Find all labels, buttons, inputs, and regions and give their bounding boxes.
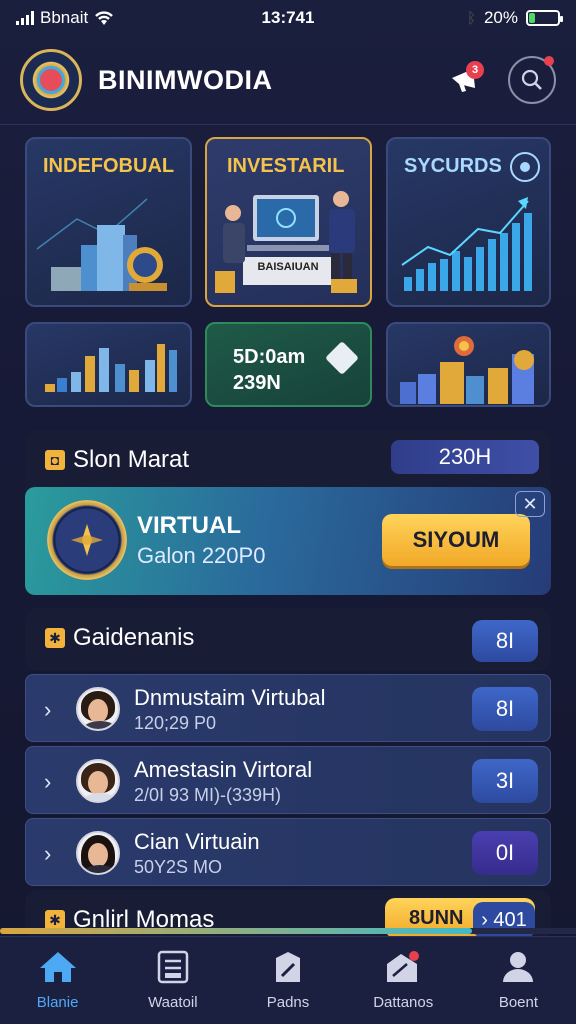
nav-datta[interactable]: Dattanos	[346, 937, 461, 1024]
slot-market-value[interactable]: 230H	[391, 440, 539, 474]
nav-label: Blanie	[36, 994, 79, 1011]
chevron-right-icon: ›	[44, 841, 52, 866]
notifications-button[interactable]: 3	[444, 59, 486, 101]
row-title: Dnmustaim Virtubal	[134, 685, 326, 710]
row-subtitle: 120;29 P0	[134, 713, 217, 733]
gardens-icon: ✱	[45, 628, 65, 648]
row-subtitle: 50Y2S MO	[134, 857, 223, 877]
search-button[interactable]	[508, 56, 556, 104]
battery-percent: 20%	[483, 8, 518, 27]
section-title: Gaidenanis	[73, 624, 195, 651]
card-indefobual[interactable]: INDEFOBUAL	[25, 137, 192, 307]
user-icon	[503, 952, 534, 982]
business-people-illustration	[215, 191, 357, 293]
card-investaril[interactable]: INVESTARIL BAISAIUAN	[205, 137, 372, 307]
avatar	[76, 687, 120, 731]
promo-line-2: 239N	[233, 372, 281, 394]
carrier-name: Bbnait	[40, 8, 89, 27]
card-sign-text: BAISAIUAN	[257, 261, 319, 273]
card-sycurds[interactable]: SYCURDS	[386, 137, 551, 307]
nav-pads[interactable]: Padns	[230, 937, 345, 1024]
growth-chart-illustration	[401, 152, 540, 291]
nav-home[interactable]: Blanie	[0, 937, 115, 1024]
row-title: Amestasin Virtoral	[134, 757, 313, 782]
list-item[interactable]: › Amestasin Virtoral 2/0I 93 MI)-(339H) …	[25, 746, 551, 814]
nav-label: Waatoil	[148, 994, 198, 1011]
bluetooth-icon: ᛒ	[466, 9, 476, 27]
slot-icon: ◘	[45, 450, 65, 470]
coin-stacks-illustration	[400, 336, 534, 404]
wallet-icon	[157, 950, 189, 984]
virtual-banner[interactable]: VIRTUAL Galon 220P0 SIYOUM ✕	[25, 487, 551, 595]
avatar	[76, 831, 120, 875]
header-divider	[0, 124, 576, 125]
section-title: Slon Marat	[73, 446, 190, 473]
chevron-right-icon: ›	[44, 697, 52, 722]
bar-chart-illustration	[45, 344, 177, 392]
diamond-icon	[325, 341, 359, 375]
nav-wallet[interactable]: Waatoil	[115, 937, 230, 1024]
card-coins[interactable]	[386, 322, 551, 407]
app-logo	[20, 49, 82, 111]
chevron-right-icon: ›	[44, 769, 52, 794]
wifi-icon	[95, 11, 114, 25]
list-item[interactable]: › Cian Virtuain 50Y2S MO 0I	[25, 818, 551, 886]
app-header: BINIMWODIA 3	[20, 44, 556, 116]
nav-label: Dattanos	[373, 994, 434, 1011]
row-subtitle: 2/0I 93 MI)-(339H)	[134, 785, 282, 805]
document-pen-icon	[276, 952, 300, 982]
app-title: BINIMWODIA	[98, 64, 273, 95]
progress-bar	[0, 928, 576, 934]
row-value[interactable]: 0I	[472, 831, 538, 875]
card-promo[interactable]: 5D:0am 239N	[205, 322, 372, 407]
search-icon	[521, 69, 542, 90]
promo-line-1: 5D:0am	[233, 346, 306, 368]
row-value[interactable]: 8I	[472, 687, 538, 731]
section-icon: ✱	[45, 910, 65, 930]
notification-badge: 3	[466, 61, 484, 79]
gardens-value[interactable]: 8I	[472, 620, 538, 662]
nav-profile[interactable]: Boent	[461, 937, 576, 1024]
banner-title: VIRTUAL	[137, 512, 241, 539]
signal-icon	[16, 11, 34, 25]
banner-action-button[interactable]: SIYOUM	[382, 514, 530, 566]
status-bar: Bbnait 13:741 ᛒ 20%	[0, 0, 576, 36]
bottom-nav: Blanie Waatoil Padns Dattanos Boent	[0, 936, 576, 1024]
battery-icon	[526, 10, 563, 26]
home-icon	[39, 952, 76, 982]
nav-label: Padns	[266, 994, 310, 1011]
city-coins-illustration	[36, 198, 167, 291]
ticket-icon	[387, 951, 420, 982]
avatar	[76, 759, 120, 803]
card-bars[interactable]	[25, 322, 192, 407]
nav-label: Boent	[498, 994, 539, 1011]
row-title: Cian Virtuain	[134, 829, 260, 854]
row-value[interactable]: 3I	[472, 759, 538, 803]
compass-icon	[47, 500, 127, 580]
banner-subtitle: Galon 220P0	[137, 543, 266, 568]
close-icon[interactable]: ✕	[515, 491, 545, 517]
list-item[interactable]: › Dnmustaim Virtubal 120;29 P0 8I	[25, 674, 551, 742]
